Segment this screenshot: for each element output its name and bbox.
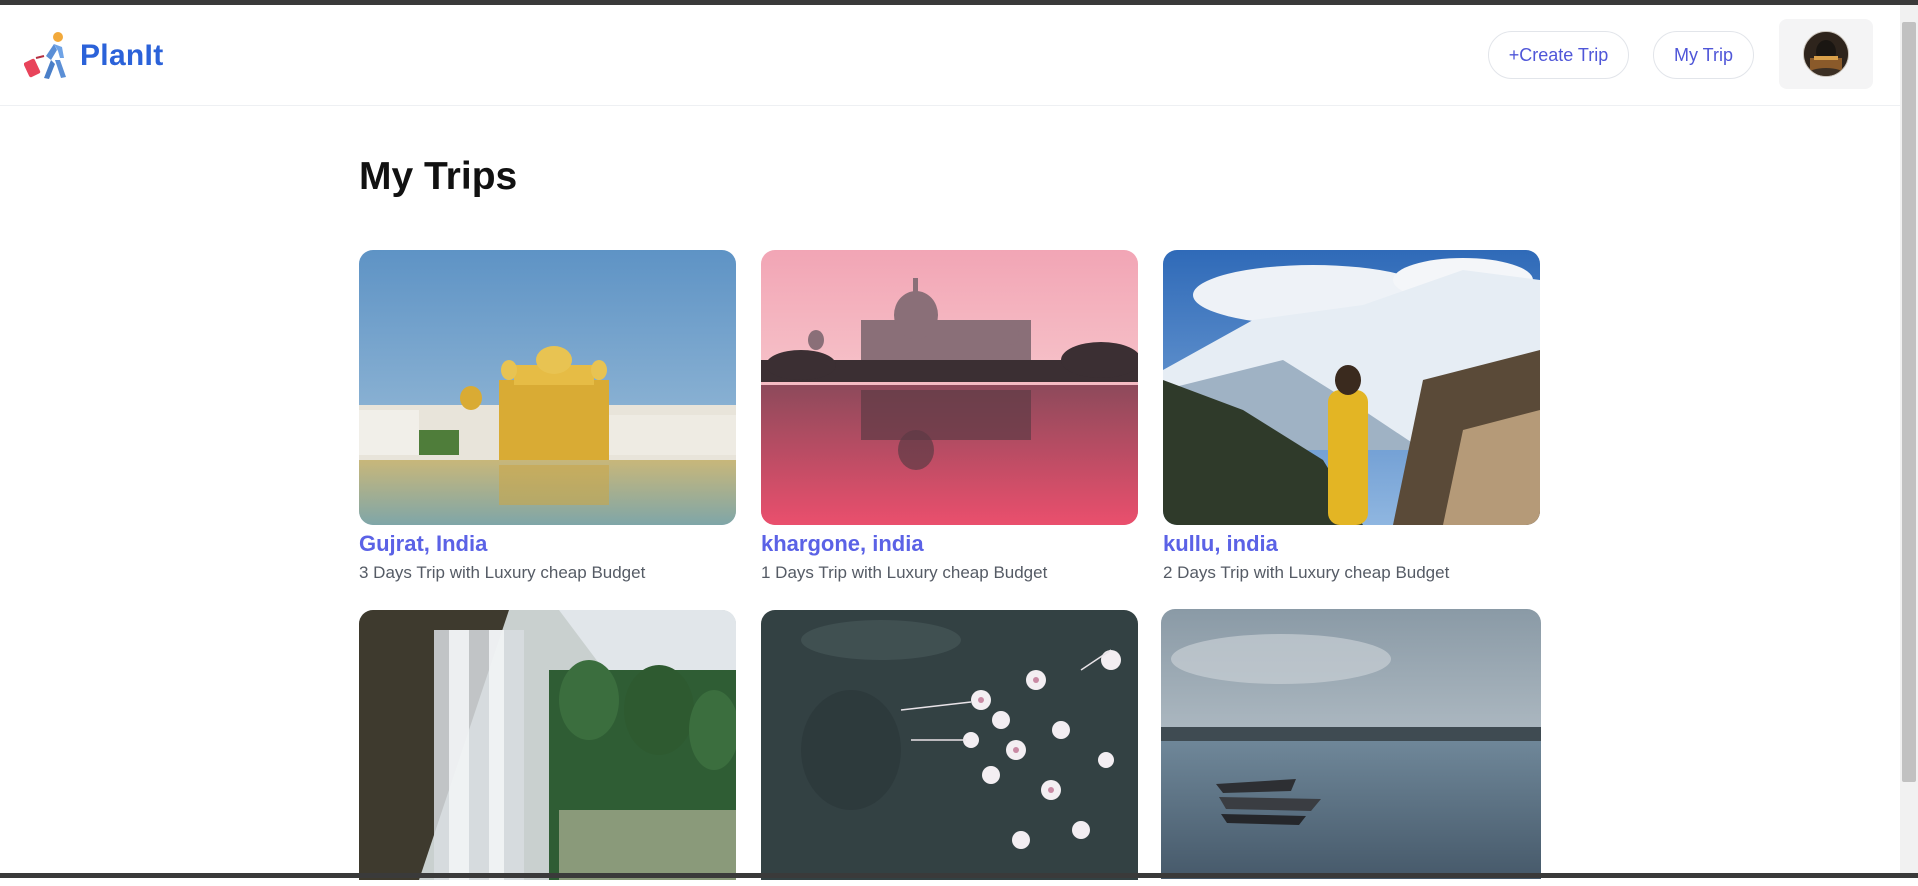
trip-title[interactable]: kullu, india (1163, 531, 1540, 557)
trip-image (761, 250, 1138, 525)
trip-card[interactable] (359, 610, 736, 886)
trip-subtitle: 1 Days Trip with Luxury cheap Budget (761, 563, 1048, 582)
trip-image (1163, 250, 1540, 525)
window-bottom-border (0, 873, 1918, 878)
trip-card[interactable]: khargone, india 1 Days Trip with Luxury … (761, 250, 1138, 583)
trip-image (1161, 609, 1541, 879)
trip-subtitle: 2 Days Trip with Luxury cheap Budget (1163, 563, 1450, 582)
page-title: My Trips (359, 155, 518, 198)
traveler-with-suitcase-icon (24, 32, 66, 79)
trip-title[interactable]: Gujrat, India (359, 531, 736, 557)
app-header: PlanIt +Create Trip My Trip (0, 5, 1900, 106)
trip-card[interactable] (761, 610, 1138, 886)
my-trip-button[interactable]: My Trip (1653, 31, 1754, 79)
trip-image (359, 250, 736, 525)
user-menu-button[interactable] (1779, 19, 1873, 89)
trip-subtitle: 3 Days Trip with Luxury cheap Budget (359, 563, 646, 582)
trip-image (359, 610, 736, 880)
scrollbar-thumb[interactable] (1902, 22, 1916, 782)
create-trip-button[interactable]: +Create Trip (1488, 31, 1629, 79)
user-avatar-icon (1803, 31, 1849, 77)
app-logo[interactable]: PlanIt (24, 30, 163, 82)
app-name: PlanIt (80, 39, 164, 72)
avatar-photo (1804, 32, 1848, 76)
trip-card[interactable]: kullu, india 2 Days Trip with Luxury che… (1163, 250, 1540, 583)
trip-title[interactable]: khargone, india (761, 531, 1138, 557)
trip-image (761, 610, 1138, 880)
trip-card[interactable]: Gujrat, India 3 Days Trip with Luxury ch… (359, 250, 736, 583)
trip-card[interactable] (1161, 609, 1541, 885)
